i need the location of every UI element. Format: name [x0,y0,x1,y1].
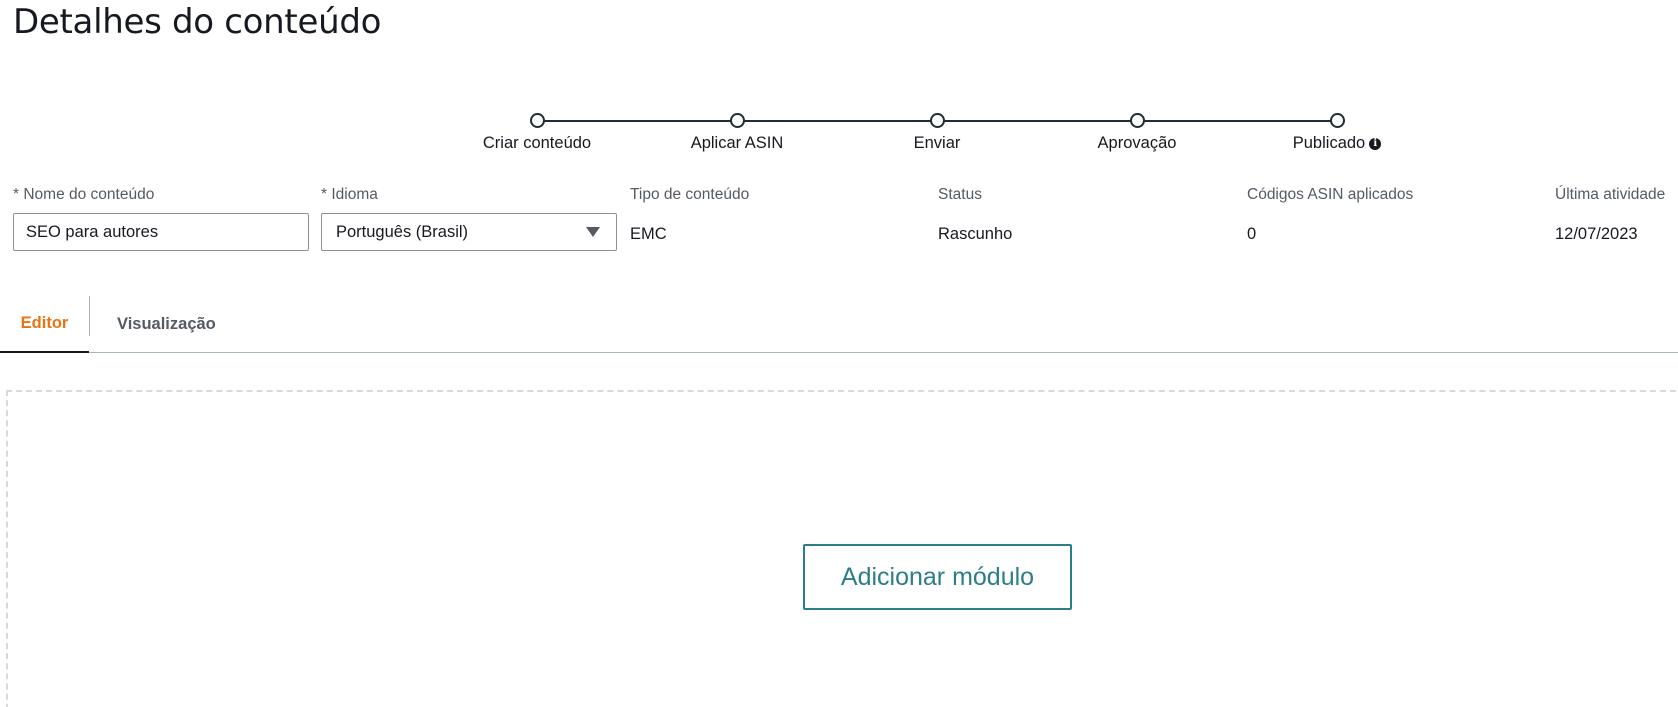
last-activity-label: Última atividade [1555,186,1666,203]
step-dot-icon [529,113,545,128]
content-details-page: Detalhes do conteúdo Criar conteúdo Apli… [0,0,1678,707]
tab-preview[interactable]: Visualização [117,296,216,352]
tab-divider [89,296,90,336]
content-fields: * Nome do conteúdo * Idioma Português (B… [0,186,1678,256]
step-apply-asin: Aplicar ASIN [637,113,837,153]
status-label: Status [938,186,982,203]
step-label: Aprovação [1097,134,1177,152]
content-type-label: Tipo de conteúdo [630,186,750,203]
language-selected-value: Português (Brasil) [336,222,469,241]
caret-down-icon [586,227,600,237]
language-label: * Idioma [321,186,378,203]
status-value: Rascunho [938,225,1013,243]
step-dot-icon [1129,113,1145,128]
language-field: * Idioma Português (Brasil) [321,186,617,251]
asin-codes-label: Códigos ASIN aplicados [1247,186,1414,203]
step-label: Criar conteúdo [482,134,592,152]
content-type-field: Tipo de conteúdo EMC [630,186,749,244]
step-label: Publicado [1292,134,1366,152]
content-type-value: EMC [630,225,667,243]
asin-codes-value: 0 [1247,225,1257,243]
editor-tabs: Editor Visualização [0,296,1678,353]
progress-stepper: Criar conteúdo Aplicar ASIN Enviar Aprov… [0,110,1678,160]
content-name-input[interactable] [13,213,309,251]
status-field: Status Rascunho [938,186,1012,244]
language-select[interactable]: Português (Brasil) [321,213,617,251]
last-activity-field: Última atividade 12/07/2023 [1555,186,1665,244]
content-name-field: * Nome do conteúdo [13,186,309,251]
step-label: Aplicar ASIN [690,134,784,152]
asin-codes-field: Códigos ASIN aplicados 0 [1247,186,1413,244]
step-dot-icon [1329,113,1345,128]
tab-editor[interactable]: Editor [0,296,89,353]
content-name-label: * Nome do conteúdo [13,186,155,203]
step-dot-icon [929,113,945,128]
step-dot-icon [729,113,745,128]
step-create-content: Criar conteúdo [437,113,637,153]
info-icon[interactable]: i [1369,137,1382,150]
last-activity-value: 12/07/2023 [1555,225,1638,243]
step-label: Enviar [913,134,961,152]
page-title: Detalhes do conteúdo [13,2,382,42]
step-published: Publicado i [1237,113,1437,153]
add-module-button[interactable]: Adicionar módulo [803,544,1072,610]
step-approval: Aprovação [1037,113,1237,153]
step-submit: Enviar [837,113,1037,153]
